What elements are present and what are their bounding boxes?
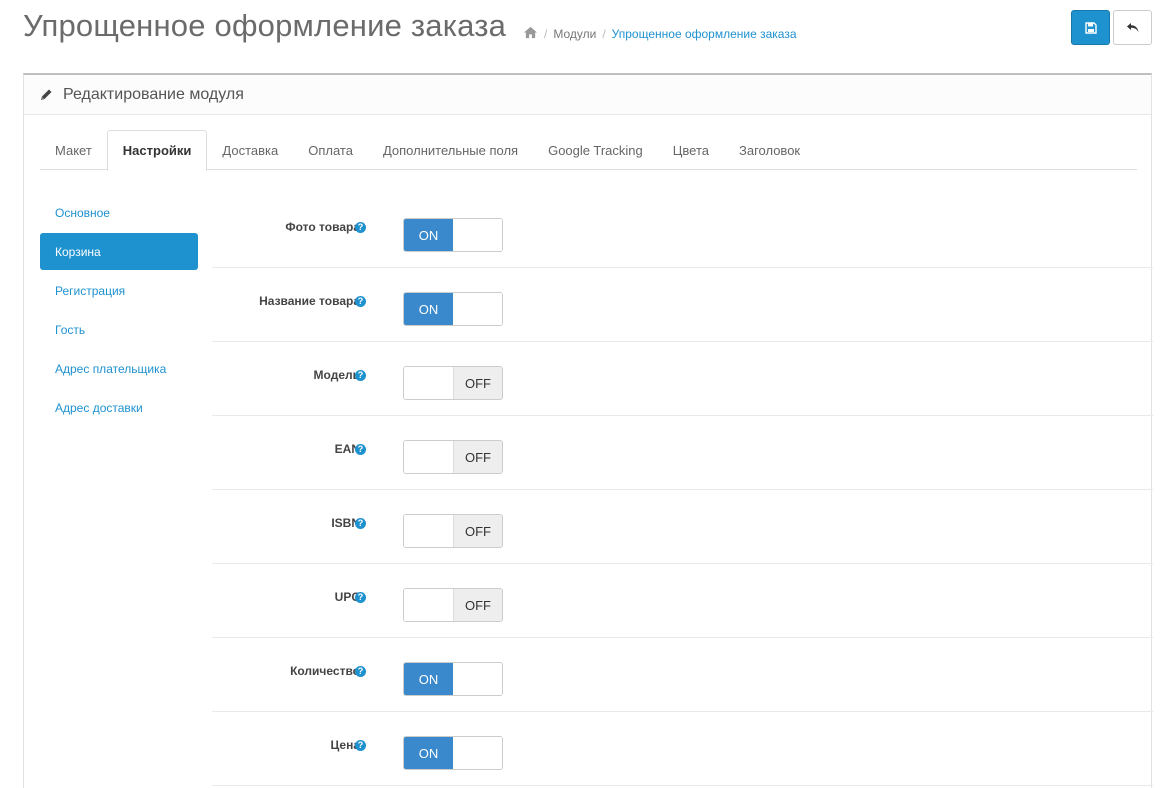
toggle-on-label: ON bbox=[404, 663, 453, 695]
product-name-toggle[interactable]: ON bbox=[403, 292, 503, 326]
setting-row: Фото товара ? ON bbox=[212, 194, 1153, 268]
toggle-on-label: ON bbox=[404, 293, 453, 325]
side-nav-item-registration[interactable]: Регистрация bbox=[40, 272, 198, 309]
breadcrumb-item-current[interactable]: Упрощенное оформление заказа bbox=[612, 27, 797, 41]
help-icon[interactable]: ? bbox=[355, 592, 366, 603]
setting-label: Модель bbox=[313, 368, 360, 382]
ean-toggle[interactable]: OFF bbox=[403, 440, 503, 474]
setting-row: Количество ? ON bbox=[212, 638, 1153, 712]
setting-row: EAN ? OFF bbox=[212, 416, 1153, 490]
help-icon[interactable]: ? bbox=[355, 296, 366, 307]
isbn-toggle[interactable]: OFF bbox=[403, 514, 503, 548]
setting-row: UPC ? OFF bbox=[212, 564, 1153, 638]
settings-rows: Фото товара ? ON Название товара ? ON Мо… bbox=[212, 194, 1153, 786]
setting-label: Количество bbox=[290, 664, 360, 678]
help-icon[interactable]: ? bbox=[355, 222, 366, 233]
save-button[interactable] bbox=[1071, 10, 1110, 45]
tab-extra-fields[interactable]: Дополнительные поля bbox=[368, 130, 533, 170]
back-button[interactable] bbox=[1113, 10, 1152, 45]
upc-toggle[interactable]: OFF bbox=[403, 588, 503, 622]
setting-row: Цена ? ON bbox=[212, 712, 1153, 786]
side-nav-item-cart[interactable]: Корзина bbox=[40, 233, 198, 270]
side-nav-item-guest[interactable]: Гость bbox=[40, 311, 198, 348]
side-nav: Основное Корзина Регистрация Гость Адрес… bbox=[40, 194, 198, 428]
toggle-blank bbox=[453, 219, 502, 251]
side-nav-item-shipping-address[interactable]: Адрес доставки bbox=[40, 389, 198, 426]
toggle-blank bbox=[453, 293, 502, 325]
panel-heading: Редактирование модуля bbox=[24, 75, 1151, 115]
toggle-blank bbox=[404, 589, 453, 621]
breadcrumb-separator: / bbox=[544, 27, 548, 41]
page-title: Упрощенное оформление заказа bbox=[23, 8, 507, 43]
settings-tabs: Макет Настройки Доставка Оплата Дополнит… bbox=[40, 130, 1137, 171]
home-icon[interactable] bbox=[523, 26, 538, 42]
tab-layout[interactable]: Макет bbox=[40, 130, 107, 170]
tab-google-tracking[interactable]: Google Tracking bbox=[533, 130, 658, 170]
help-icon[interactable]: ? bbox=[355, 370, 366, 381]
toggle-off-label: OFF bbox=[453, 367, 502, 399]
module-panel: Редактирование модуля Макет Настройки До… bbox=[23, 73, 1153, 788]
side-nav-item-payment-address[interactable]: Адрес плательщика bbox=[40, 350, 198, 387]
panel-title: Редактирование модуля bbox=[63, 85, 244, 103]
toggle-on-label: ON bbox=[404, 737, 453, 769]
reply-arrow-icon bbox=[1126, 22, 1138, 32]
tab-shipping[interactable]: Доставка bbox=[207, 130, 293, 170]
help-icon[interactable]: ? bbox=[355, 518, 366, 529]
product-image-toggle[interactable]: ON bbox=[403, 218, 503, 252]
side-nav-item-general[interactable]: Основное bbox=[40, 194, 198, 231]
floppy-disk-icon bbox=[1084, 21, 1097, 34]
toggle-blank bbox=[404, 441, 453, 473]
toggle-blank bbox=[404, 367, 453, 399]
breadcrumb-separator: / bbox=[602, 27, 606, 41]
help-icon[interactable]: ? bbox=[355, 444, 366, 455]
toggle-blank bbox=[453, 737, 502, 769]
tab-colors[interactable]: Цвета bbox=[658, 130, 724, 170]
setting-label: Название товара bbox=[259, 294, 360, 308]
toggle-on-label: ON bbox=[404, 219, 453, 251]
setting-label: Фото товара bbox=[285, 220, 360, 234]
toggle-blank bbox=[453, 663, 502, 695]
breadcrumb: / Модули / Упрощенное оформление заказа bbox=[523, 26, 797, 42]
breadcrumb-item-modules[interactable]: Модули bbox=[553, 27, 596, 41]
tab-payment[interactable]: Оплата bbox=[293, 130, 368, 170]
toggle-off-label: OFF bbox=[453, 515, 502, 547]
toggle-off-label: OFF bbox=[453, 589, 502, 621]
quantity-toggle[interactable]: ON bbox=[403, 662, 503, 696]
model-toggle[interactable]: OFF bbox=[403, 366, 503, 400]
page-header: Упрощенное оформление заказа / Модули / … bbox=[0, 0, 1165, 60]
setting-row: Название товара ? ON bbox=[212, 268, 1153, 342]
tab-header[interactable]: Заголовок bbox=[724, 130, 815, 170]
setting-row: Модель ? OFF bbox=[212, 342, 1153, 416]
pencil-icon bbox=[41, 89, 52, 100]
tab-settings[interactable]: Настройки bbox=[106, 130, 208, 171]
help-icon[interactable]: ? bbox=[355, 666, 366, 677]
toggle-blank bbox=[404, 515, 453, 547]
setting-row: ISBN ? OFF bbox=[212, 490, 1153, 564]
help-icon[interactable]: ? bbox=[355, 740, 366, 751]
toggle-off-label: OFF bbox=[453, 441, 502, 473]
price-toggle[interactable]: ON bbox=[403, 736, 503, 770]
